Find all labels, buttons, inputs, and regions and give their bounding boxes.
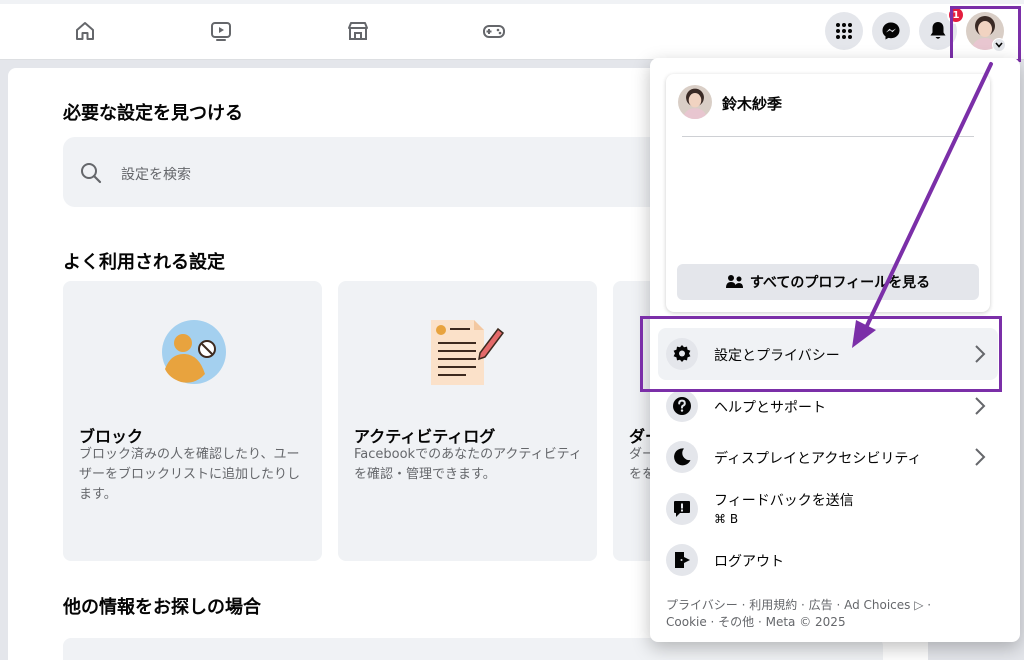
annotation-arrow xyxy=(852,62,993,348)
